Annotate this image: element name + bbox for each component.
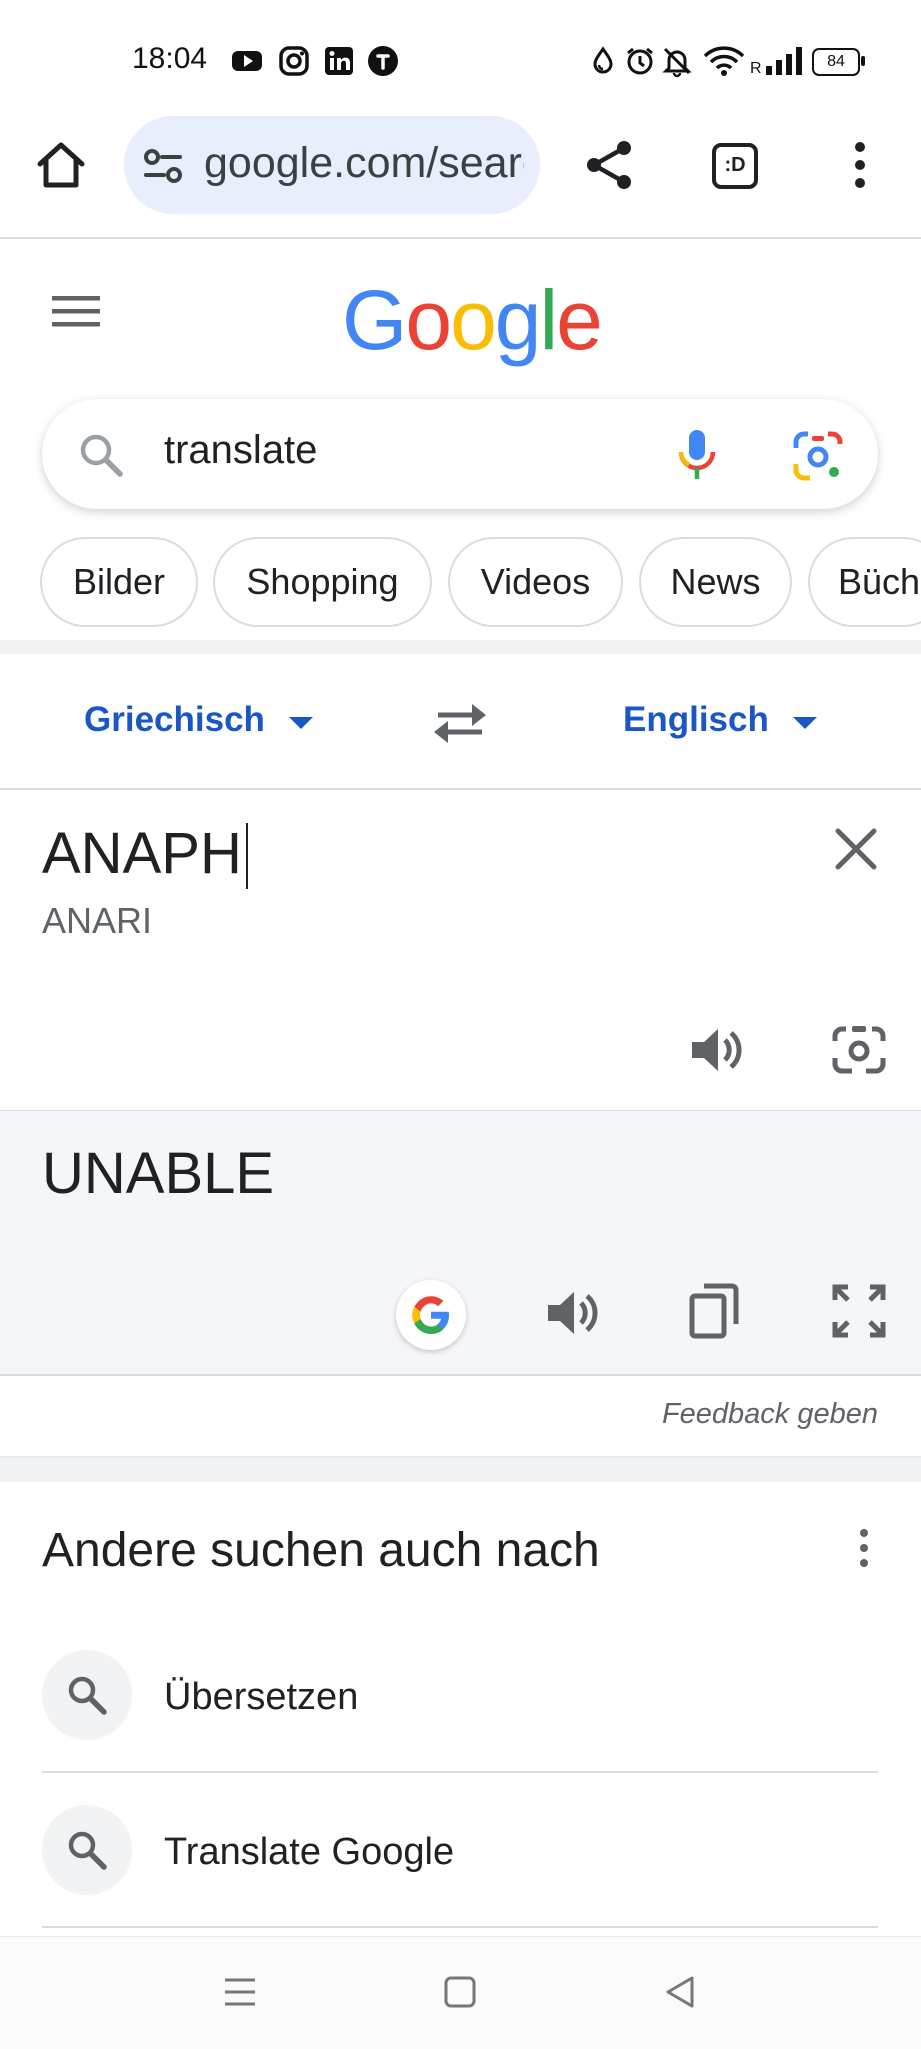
logo-letter-l: l: [539, 273, 559, 367]
dropdown-arrow-icon: [792, 716, 817, 729]
transliteration: ANARI: [42, 900, 153, 941]
related-item-label: Translate Google: [164, 1831, 455, 1873]
browser-menu-button[interactable]: [842, 140, 878, 190]
related-more-button[interactable]: [848, 1527, 880, 1569]
status-bar: 18:04 R 84: [0, 0, 921, 110]
camera-translate-button[interactable]: [832, 1024, 886, 1076]
wifi-icon: [702, 44, 746, 78]
close-icon: [835, 828, 877, 870]
listen-source-button[interactable]: [688, 1022, 744, 1078]
battery-nub: [861, 56, 865, 66]
microphone-icon: [678, 430, 716, 479]
source-language-selector[interactable]: Griechisch: [84, 700, 315, 740]
related-item-label: Übersetzen: [164, 1676, 359, 1718]
status-time: 18:04: [132, 42, 208, 75]
square-icon: [444, 1976, 476, 2008]
google-logo[interactable]: Google: [342, 272, 603, 369]
alarm-icon: [623, 44, 657, 78]
google-lens-button[interactable]: [792, 430, 844, 482]
home-nav-button[interactable]: [442, 1974, 478, 2010]
related-search-icon-bg: [42, 1805, 132, 1895]
voice-search-button[interactable]: [672, 427, 722, 483]
signal-label: R: [750, 60, 762, 77]
recents-button[interactable]: [222, 1974, 258, 2010]
back-nav-button[interactable]: [662, 1974, 698, 2010]
related-item-translate-google[interactable]: Translate Google: [42, 1803, 878, 1928]
lang-divider: [0, 788, 921, 790]
result-bottom-divider: [0, 1374, 921, 1376]
speaker-icon: [692, 1029, 742, 1071]
share-icon: [587, 141, 631, 189]
chip-buecher[interactable]: Büch: [808, 537, 921, 627]
search-icon: [68, 1676, 107, 1715]
share-button[interactable]: [582, 138, 636, 192]
tab-switcher-button[interactable]: :D: [712, 143, 758, 189]
google-g-icon: [412, 1296, 449, 1334]
chip-shopping[interactable]: Shopping: [213, 537, 432, 627]
hamburger-icon: [52, 296, 100, 327]
menu-lines-icon: [225, 1978, 255, 2006]
camera-lens-icon: [832, 1026, 886, 1074]
related-search-icon-bg: [42, 1650, 132, 1740]
linkedin-icon: [322, 44, 356, 78]
fullscreen-button[interactable]: [832, 1284, 886, 1338]
threads-icon: [366, 44, 400, 78]
swap-icon: [434, 704, 486, 743]
section-separator-2: [0, 1456, 921, 1482]
home-button[interactable]: [34, 138, 88, 192]
home-icon: [37, 142, 85, 188]
source-language-label: Griechisch: [84, 700, 265, 739]
text-cursor: [246, 823, 248, 889]
fullscreen-icon: [832, 1284, 886, 1338]
target-language-label: Englisch: [623, 700, 769, 739]
listen-translation-button[interactable]: [544, 1285, 600, 1341]
battery-indicator: 84: [812, 48, 860, 76]
dropdown-arrow-icon: [288, 716, 313, 729]
related-item-uebersetzen[interactable]: Übersetzen: [42, 1648, 878, 1773]
copy-translation-button[interactable]: [688, 1282, 740, 1340]
target-language-selector[interactable]: Englisch: [623, 700, 819, 740]
speaker-icon: [548, 1292, 598, 1334]
section-separator: [0, 640, 921, 654]
url-text[interactable]: google.com/search: [204, 139, 524, 188]
search-icon: [68, 1831, 107, 1870]
copy-icon: [689, 1283, 739, 1339]
youtube-icon: [230, 44, 264, 78]
related-divider: [42, 1771, 878, 1773]
swap-languages-button[interactable]: [432, 700, 488, 746]
source-text-input[interactable]: ANAPH: [42, 820, 242, 887]
more-vert-icon: [860, 1529, 868, 1567]
logo-letter-g2: g: [494, 273, 542, 367]
silent-bell-icon: [660, 44, 694, 78]
related-searches-title: Andere suchen auch nach: [42, 1524, 600, 1577]
clear-text-button[interactable]: [834, 827, 878, 871]
google-translate-button[interactable]: [396, 1280, 466, 1350]
instagram-icon: [277, 44, 311, 78]
chip-bilder[interactable]: Bilder: [40, 537, 198, 627]
chip-news[interactable]: News: [639, 537, 792, 627]
logo-letter-e: e: [556, 273, 603, 367]
logo-letter-o1: o: [405, 273, 452, 367]
logo-letter-g: G: [342, 273, 407, 367]
back-triangle-icon: [666, 1976, 694, 2008]
hamburger-menu-button[interactable]: [50, 292, 102, 332]
signal-icon: [764, 44, 808, 78]
water-drop-icon: [586, 44, 620, 78]
chip-videos[interactable]: Videos: [448, 537, 623, 627]
search-input[interactable]: translate: [164, 428, 317, 473]
site-settings-icon[interactable]: [142, 145, 184, 187]
feedback-link[interactable]: Feedback geben: [600, 1398, 878, 1431]
search-icon: [76, 430, 126, 480]
translation-result-text: UNABLE: [42, 1141, 275, 1206]
toolbar-divider: [0, 237, 921, 239]
more-vert-icon: [855, 142, 865, 188]
logo-letter-o2: o: [450, 273, 497, 367]
lens-icon: [793, 431, 843, 481]
related-divider: [42, 1926, 878, 1928]
